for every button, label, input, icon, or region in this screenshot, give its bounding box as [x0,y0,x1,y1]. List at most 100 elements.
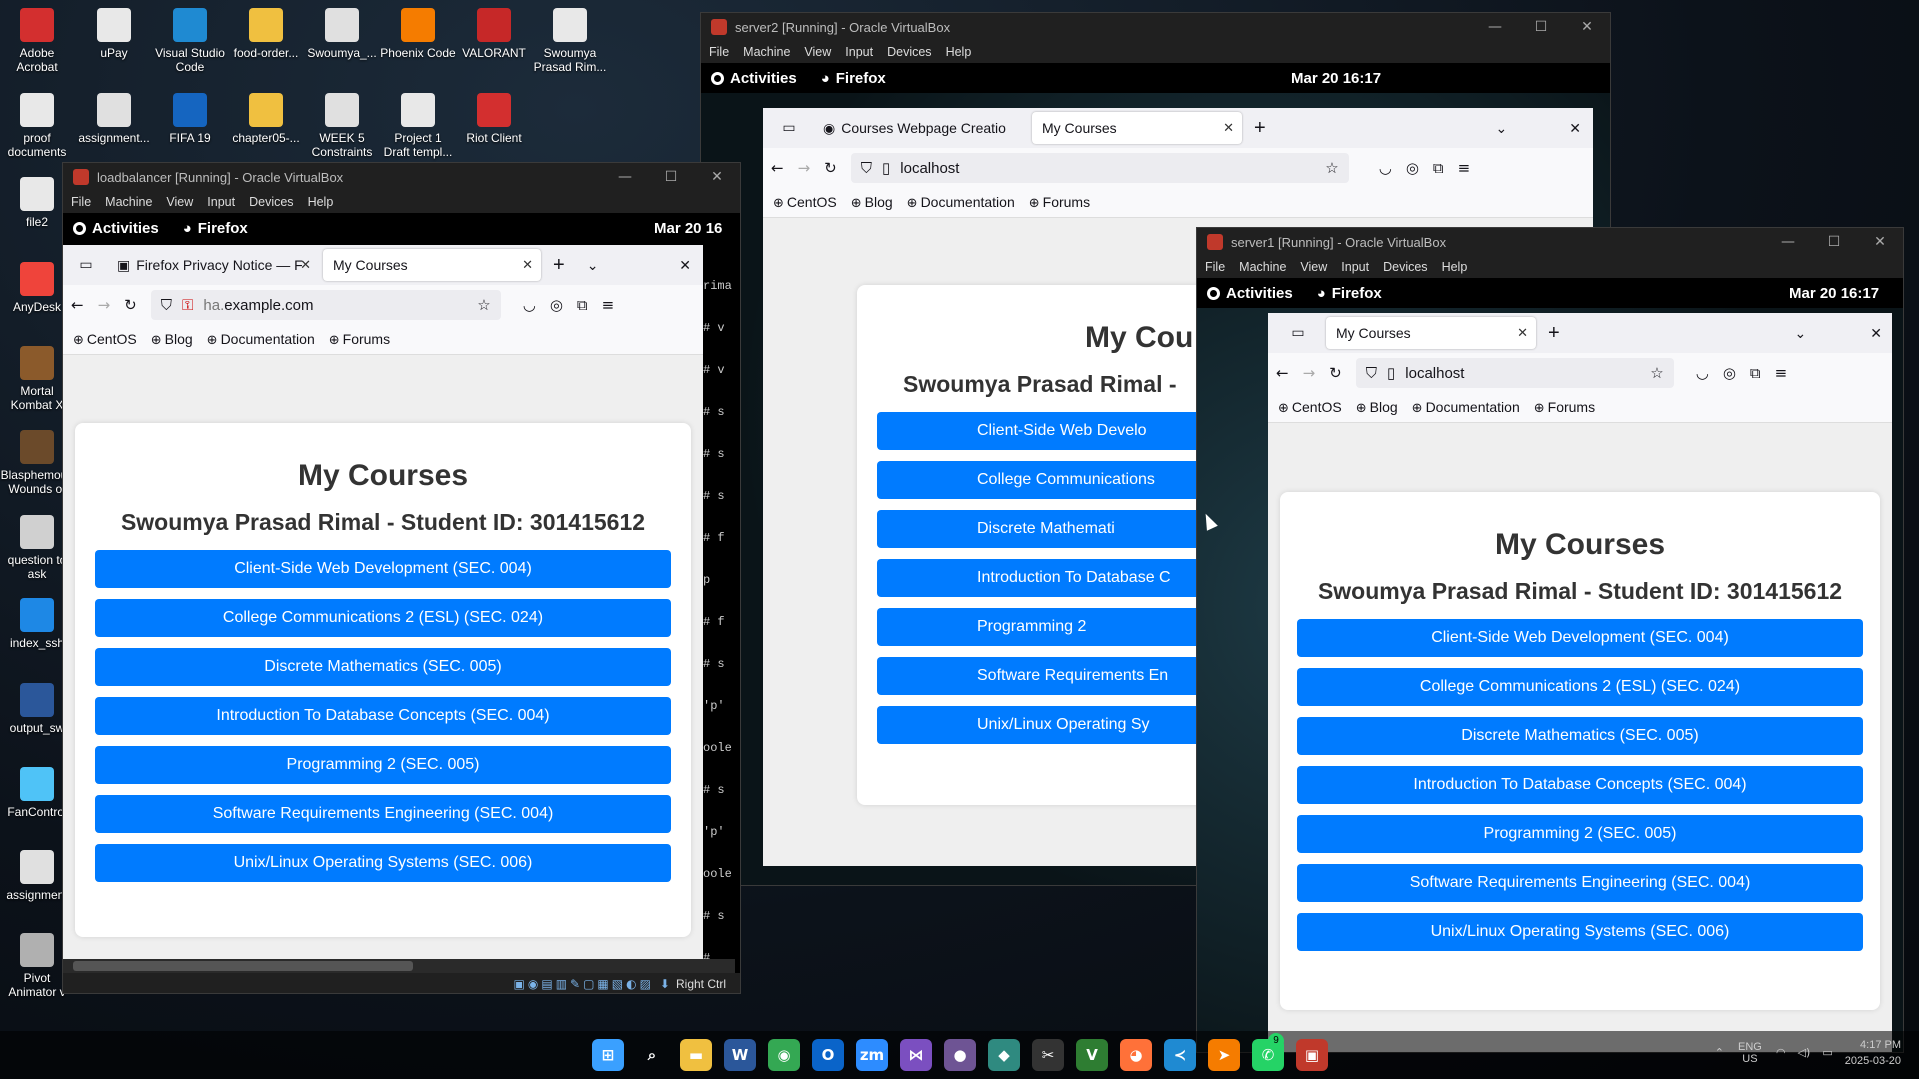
forward-icon[interactable]: → [1303,364,1316,382]
window-close-icon[interactable]: ✕ [679,257,691,274]
virtualbox-icon[interactable]: ▣ [1296,1039,1328,1071]
reload-icon[interactable]: ↻ [124,296,137,314]
menu-icon[interactable]: ≡ [602,296,615,314]
loadbalancer-title-bar[interactable]: loadbalancer [Running] - Oracle VirtualB… [63,163,740,191]
bookmark-blog[interactable]: ⊕ Blog [151,331,193,348]
activities-button[interactable]: Activities [73,220,159,237]
pocket-icon[interactable]: ◡ [1379,159,1392,177]
extensions-icon[interactable]: ⧉ [577,296,588,314]
course-button[interactable]: College Communications 2 (ESL) (SEC. 024… [95,599,671,637]
url-bar[interactable]: ⛉ ▯ localhost ☆ [850,153,1349,183]
course-button[interactable]: Programming 2 (SEC. 005) [95,746,671,784]
bookmark-forums[interactable]: ⊕ Forums [1029,194,1090,211]
forward-icon[interactable]: → [798,159,811,177]
menu-machine[interactable]: Machine [1239,260,1286,274]
menu-file[interactable]: File [71,195,91,209]
network-icon[interactable]: ◠ [1776,1045,1786,1061]
desktop-icon[interactable]: proof documents [0,93,75,159]
account-icon[interactable]: ◎ [1723,364,1736,382]
reload-icon[interactable]: ↻ [1329,364,1342,382]
clock[interactable]: Mar 20 16:17 [1789,285,1879,302]
new-tab-icon[interactable]: + [1548,322,1560,345]
github-icon[interactable]: ● [944,1039,976,1071]
menu-file[interactable]: File [1205,260,1225,274]
menu-icon[interactable]: ≡ [1775,364,1788,382]
back-icon[interactable]: ← [1276,364,1289,382]
course-button[interactable]: Unix/Linux Operating Systems (SEC. 006) [1297,913,1863,951]
bookmark-centos[interactable]: ⊕ CentOS [1278,399,1342,416]
url-bar[interactable]: ⛉ ▯ localhost ☆ [1355,358,1674,388]
clock[interactable]: Mar 20 16:17 [1291,70,1381,87]
menu-view[interactable]: View [804,45,831,59]
search-icon[interactable]: ⌕ [636,1039,668,1071]
menu-help[interactable]: Help [946,45,972,59]
zoom-icon[interactable]: zm [856,1039,888,1071]
bookmark-centos[interactable]: ⊕ CentOS [73,331,137,348]
course-button[interactable]: Unix/Linux Operating Systems (SEC. 006) [95,844,671,882]
firefox-view-icon[interactable]: ▭ [769,120,809,136]
reload-icon[interactable]: ↻ [824,159,837,177]
menu-file[interactable]: File [709,45,729,59]
tab-courses-webpage[interactable]: ◉ Courses Webpage Creatio [813,112,1028,144]
minimize-icon[interactable]: — [1472,19,1518,35]
maximize-icon[interactable]: ☐ [1811,234,1857,250]
bookmark-blog[interactable]: ⊕ Blog [851,194,893,211]
server1-firefox-window[interactable]: ▭ My Courses ✕ + ⌄ ✕ ← → ↻ ⛉ ▯ localhost … [1268,313,1892,1052]
list-tabs-chevron-icon[interactable]: ⌄ [1496,120,1508,137]
language-indicator[interactable]: ENG US [1736,1041,1764,1065]
file-explorer-icon[interactable]: ▬ [680,1039,712,1071]
course-button[interactable]: Introduction To Database Concepts (SEC. … [1297,766,1863,804]
bookmark-documentation[interactable]: ⊕ Documentation [1412,399,1520,416]
menu-machine[interactable]: Machine [743,45,790,59]
course-button[interactable]: Client-Side Web Development (SEC. 004) [95,550,671,588]
pocket-icon[interactable]: ◡ [523,296,536,314]
account-icon[interactable]: ◎ [550,296,563,314]
list-tabs-chevron-icon[interactable]: ⌄ [587,257,599,274]
desktop-icon[interactable]: Swoumya Prasad Rim... [532,8,608,74]
bookmark-documentation[interactable]: ⊕ Documentation [207,331,315,348]
minimize-icon[interactable]: — [1765,234,1811,250]
course-button[interactable]: Software Requirements Engineering (SEC. … [95,795,671,833]
desktop-icon[interactable]: FIFA 19 [152,93,228,145]
back-icon[interactable]: ← [71,296,84,314]
desktop-icon[interactable]: VALORANT [456,8,532,60]
tab-my-courses[interactable]: My Courses ✕ [323,249,541,281]
maximize-icon[interactable]: ☐ [1518,19,1564,35]
windows-start-icon[interactable]: ⊞ [592,1039,624,1071]
desktop-icon[interactable]: assignment... [76,93,152,145]
minimize-icon[interactable]: — [602,169,648,185]
desktop-icon[interactable]: Swoumya_... [304,8,380,60]
menu-input[interactable]: Input [1341,260,1369,274]
back-icon[interactable]: ← [771,159,784,177]
server1-vbox-window[interactable]: server1 [Running] - Oracle VirtualBox — … [1196,227,1904,1053]
chrome-icon[interactable]: ◉ [768,1039,800,1071]
word-icon[interactable]: W [724,1039,756,1071]
desktop-icon[interactable]: Visual Studio Code [152,8,228,74]
pocket-icon[interactable]: ◡ [1696,364,1709,382]
maximize-icon[interactable]: ☐ [648,169,694,185]
forward-icon[interactable]: → [98,296,111,314]
visual-studio-icon[interactable]: ⋈ [900,1039,932,1071]
desktop-icon[interactable]: uPay [76,8,152,60]
new-tab-icon[interactable]: + [553,254,565,277]
menu-machine[interactable]: Machine [105,195,152,209]
bookmark-blog[interactable]: ⊕ Blog [1356,399,1398,416]
course-button[interactable]: Introduction To Database Concepts (SEC. … [95,697,671,735]
extensions-icon[interactable]: ⧉ [1750,364,1761,382]
taskbar-clock[interactable]: 4:17 PM 2025-03-20 [1845,1037,1901,1069]
tab-my-courses[interactable]: My Courses ✕ [1326,317,1536,349]
menu-devices[interactable]: Devices [249,195,293,209]
list-tabs-chevron-icon[interactable]: ⌄ [1795,325,1807,342]
menu-view[interactable]: View [1300,260,1327,274]
window-close-icon[interactable]: ✕ [1870,325,1882,342]
capcut-icon[interactable]: ✂ [1032,1039,1064,1071]
menu-icon[interactable]: ≡ [1458,159,1471,177]
phoenix-icon[interactable]: ➤ [1208,1039,1240,1071]
vscode-icon[interactable]: ≺ [1164,1039,1196,1071]
horizontal-scrollbar[interactable] [63,959,735,973]
desktop-icon[interactable]: chapter05-... [228,93,304,145]
desktop-icon[interactable]: Phoenix Code [380,8,456,60]
activities-button[interactable]: Activities [711,70,797,87]
server2-title-bar[interactable]: server2 [Running] - Oracle VirtualBox — … [701,13,1610,41]
desktop-icon[interactable]: Riot Client [456,93,532,145]
